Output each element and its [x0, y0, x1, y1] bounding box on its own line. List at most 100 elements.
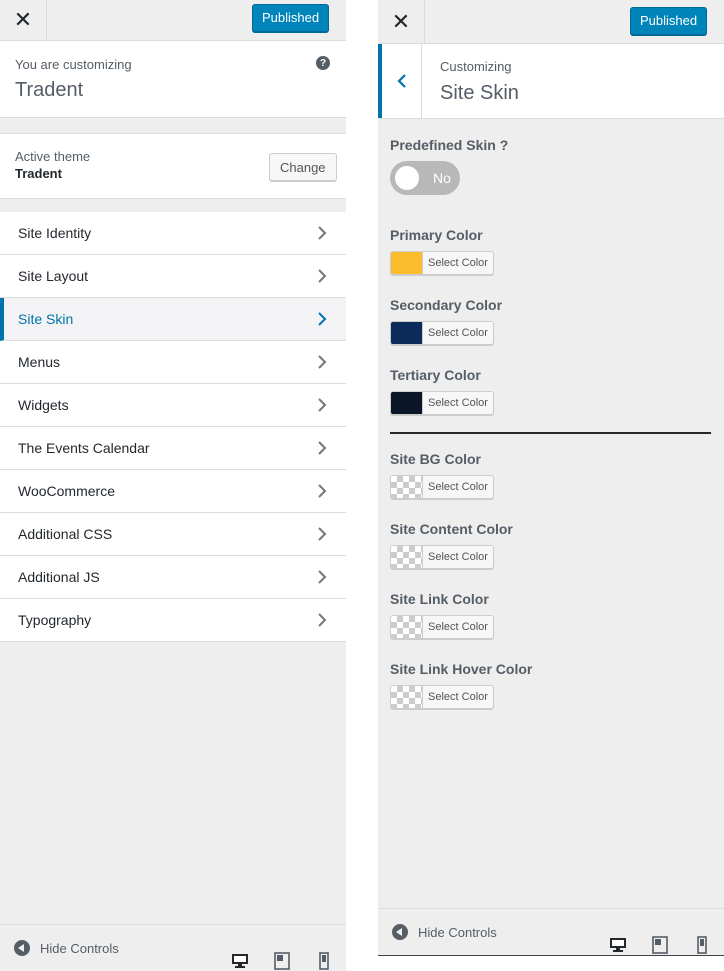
primary-color-picker[interactable]: Select Color	[390, 251, 494, 275]
published-button[interactable]: Published	[252, 4, 330, 32]
chevron-right-icon	[318, 226, 327, 240]
customizing-info: You are customizing Tradent ?	[0, 41, 346, 118]
chevron-right-icon	[318, 312, 327, 326]
site-bg-color-picker[interactable]: Select Color	[390, 475, 494, 499]
customizing-label: You are customizing	[15, 57, 132, 72]
customizer-sections: Site Identity Site Layout Site Skin Menu…	[0, 212, 346, 642]
back-button[interactable]	[378, 44, 422, 118]
close-icon: ✕	[391, 8, 411, 34]
section-label: Additional CSS	[18, 526, 113, 542]
customizer-main-panel: ✕ Published You are customizing Tradent …	[0, 0, 346, 971]
section-menus[interactable]: Menus	[0, 341, 346, 384]
hide-controls-label: Hide Controls	[418, 924, 497, 940]
select-color-label: Select Color	[428, 327, 488, 339]
mobile-icon[interactable]	[693, 936, 711, 954]
section-additional-js[interactable]: Additional JS	[0, 556, 346, 599]
hide-controls-button[interactable]: Hide Controls	[14, 940, 119, 956]
chevron-left-icon	[396, 74, 406, 88]
section-additional-css[interactable]: Additional CSS	[0, 513, 346, 556]
chevron-right-icon	[318, 398, 327, 412]
site-link-hover-color-label: Site Link Hover Color	[390, 661, 533, 677]
chevron-right-icon	[318, 441, 327, 455]
section-divider	[390, 432, 711, 434]
hide-controls-button[interactable]: Hide Controls	[392, 924, 497, 940]
color-swatch	[391, 686, 423, 708]
site-link-color-label: Site Link Color	[390, 591, 489, 607]
section-site-identity[interactable]: Site Identity	[0, 212, 346, 255]
color-swatch	[391, 322, 423, 344]
site-skin-panel: ✕ Published Customizing Site Skin Predef…	[378, 0, 724, 956]
color-swatch	[391, 252, 423, 274]
close-customizer-button[interactable]: ✕	[0, 0, 47, 40]
published-button[interactable]: Published	[630, 7, 708, 35]
section-events-calendar[interactable]: The Events Calendar	[0, 427, 346, 470]
chevron-right-icon	[318, 484, 327, 498]
predefined-skin-toggle[interactable]: No	[390, 161, 460, 195]
select-color-label: Select Color	[428, 621, 488, 633]
mobile-icon[interactable]	[315, 952, 333, 970]
section-site-skin[interactable]: Site Skin	[0, 298, 346, 341]
toggle-knob	[395, 166, 419, 190]
section-woocommerce[interactable]: WooCommerce	[0, 470, 346, 513]
section-label: Site Layout	[18, 268, 89, 284]
section-title: Site Skin	[440, 82, 519, 104]
desktop-icon[interactable]	[231, 952, 249, 970]
section-label: The Events Calendar	[18, 440, 150, 456]
collapse-icon	[14, 940, 30, 956]
select-color-label: Select Color	[428, 691, 488, 703]
site-content-color-picker[interactable]: Select Color	[390, 545, 494, 569]
chevron-right-icon	[318, 527, 327, 541]
hide-controls-label: Hide Controls	[40, 940, 119, 956]
color-swatch	[391, 476, 423, 498]
close-customizer-button[interactable]: ✕	[378, 0, 425, 43]
customizing-label: Customizing	[440, 59, 512, 74]
chevron-right-icon	[318, 355, 327, 369]
color-swatch	[391, 392, 423, 414]
customizer-footer: Hide Controls	[0, 924, 346, 971]
tertiary-color-label: Tertiary Color	[390, 367, 481, 383]
site-link-hover-color-picker[interactable]: Select Color	[390, 685, 494, 709]
site-link-color-picker[interactable]: Select Color	[390, 615, 494, 639]
chevron-right-icon	[318, 613, 327, 627]
section-typography[interactable]: Typography	[0, 599, 346, 642]
tablet-icon[interactable]	[273, 952, 291, 970]
customizer-footer: Hide Controls	[378, 908, 724, 955]
section-site-layout[interactable]: Site Layout	[0, 255, 346, 298]
site-bg-color-label: Site BG Color	[390, 451, 482, 467]
predefined-skin-label: Predefined Skin ?	[390, 137, 509, 153]
tablet-icon[interactable]	[651, 936, 669, 954]
tertiary-color-picker[interactable]: Select Color	[390, 391, 494, 415]
section-header: Customizing Site Skin	[378, 44, 724, 119]
section-widgets[interactable]: Widgets	[0, 384, 346, 427]
desktop-icon[interactable]	[609, 936, 627, 954]
section-label: Widgets	[18, 397, 69, 413]
select-color-label: Select Color	[428, 397, 488, 409]
section-label: Typography	[18, 612, 92, 628]
change-theme-button[interactable]: Change	[269, 153, 337, 181]
active-theme-box: Active theme Tradent Change	[0, 133, 346, 199]
section-label: Menus	[18, 354, 61, 370]
section-label: WooCommerce	[18, 483, 115, 499]
customizer-header: ✕ Published	[0, 0, 346, 41]
chevron-right-icon	[318, 269, 327, 283]
active-theme-label: Active theme	[15, 149, 91, 164]
primary-color-label: Primary Color	[390, 227, 483, 243]
section-label: Additional JS	[18, 569, 100, 585]
theme-title: Tradent	[15, 79, 84, 101]
secondary-color-label: Secondary Color	[390, 297, 503, 313]
color-swatch	[391, 546, 423, 568]
close-icon: ✕	[13, 7, 33, 32]
site-content-color-label: Site Content Color	[390, 521, 513, 537]
help-icon[interactable]: ?	[316, 56, 330, 70]
select-color-label: Select Color	[428, 551, 488, 563]
customizer-header: ✕ Published	[378, 0, 724, 44]
select-color-label: Select Color	[428, 481, 488, 493]
color-swatch	[391, 616, 423, 638]
collapse-icon	[392, 924, 408, 940]
section-label: Site Identity	[18, 225, 92, 241]
toggle-state-label: No	[433, 170, 451, 186]
chevron-right-icon	[318, 570, 327, 584]
select-color-label: Select Color	[428, 257, 488, 269]
secondary-color-picker[interactable]: Select Color	[390, 321, 494, 345]
section-label: Site Skin	[18, 311, 74, 327]
